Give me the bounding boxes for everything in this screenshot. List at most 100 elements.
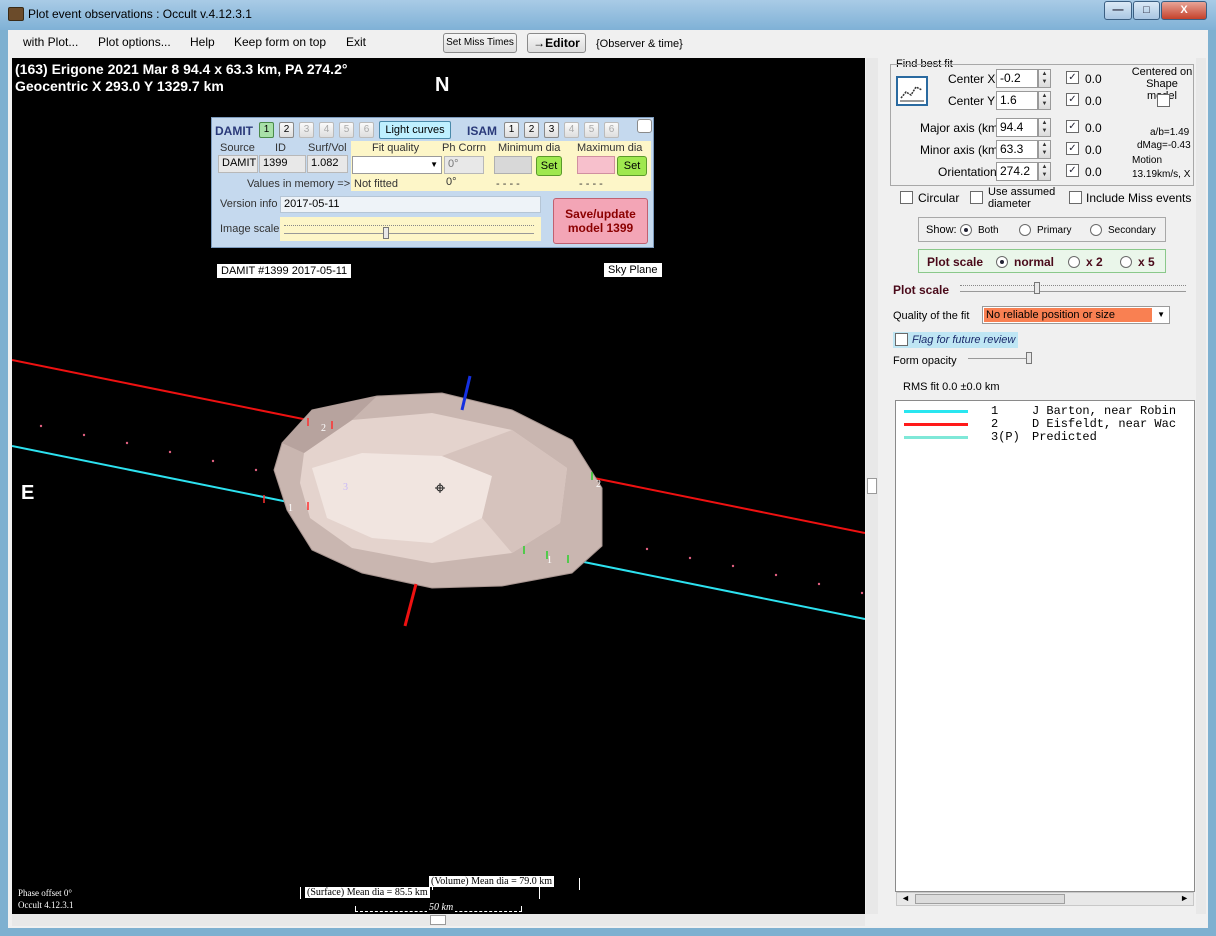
major-axis-spinner[interactable]: ▲ ▼ — [1038, 118, 1051, 137]
major-axis-input[interactable]: 94.4 — [996, 118, 1038, 137]
scale-x2-radio[interactable] — [1068, 256, 1080, 268]
use-assumed-checkbox[interactable] — [970, 191, 983, 204]
scale-normal-radio[interactable] — [996, 256, 1008, 268]
plot-scale-slider[interactable] — [958, 280, 1190, 300]
observer-legend-list[interactable]: 1 J Barton, near Robin 2 D Eisfeldt, nea… — [895, 400, 1195, 892]
values-in-memory-label: Values in memory => — [247, 178, 351, 190]
version-info-field[interactable]: 2017-05-11 — [280, 196, 541, 213]
use-assumed-label: Use assumed diameter — [988, 186, 1056, 210]
minimize-button[interactable]: — — [1104, 1, 1132, 20]
show-primary-radio[interactable] — [1019, 224, 1031, 236]
legend-num: 1 — [991, 404, 999, 418]
major-residual: 0.0 — [1085, 121, 1102, 135]
damit-model-1-button[interactable]: 1 — [259, 122, 274, 138]
isam-model-3-button[interactable]: 3 — [544, 122, 559, 138]
min-dia-header: Minimum dia — [498, 142, 561, 154]
legend-name: D Eisfeldt, near Wac — [1032, 417, 1177, 431]
show-secondary-radio[interactable] — [1090, 224, 1102, 236]
flag-review-checkbox[interactable] — [895, 333, 908, 346]
minor-axis-input[interactable]: 63.3 — [996, 140, 1038, 159]
scroll-right-icon[interactable]: ► — [1180, 893, 1189, 903]
light-curves-button[interactable]: Light curves — [379, 121, 451, 139]
menu-exit[interactable]: Exit — [346, 35, 366, 49]
image-scale-thumb[interactable] — [383, 227, 389, 239]
legend-name: J Barton, near Robin — [1032, 404, 1177, 418]
plot-header-line1: (163) Erigone 2021 Mar 8 94.4 x 63.3 km,… — [15, 61, 348, 77]
maximize-button[interactable]: □ — [1133, 1, 1160, 20]
menu-keep-form-on-top[interactable]: Keep form on top — [234, 35, 326, 49]
set-miss-times-button[interactable]: Set Miss Times — [443, 33, 517, 53]
set-min-dia-button[interactable]: Set — [536, 156, 562, 176]
scroll-thumb[interactable] — [915, 894, 1065, 904]
right-panel-scrollbar[interactable] — [1196, 58, 1206, 914]
fit-quality-select[interactable]: ▼ — [352, 156, 442, 174]
set-max-dia-button[interactable]: Set — [617, 156, 647, 176]
legend-swatch — [904, 423, 968, 426]
show-both-radio[interactable] — [960, 224, 972, 236]
menu-with-plot[interactable]: with Plot... — [23, 35, 78, 49]
scroll-thumb[interactable] — [867, 478, 877, 494]
legend-swatch — [904, 410, 968, 413]
plot-scale-thumb[interactable] — [1034, 282, 1040, 294]
panel-collapse-toggle[interactable] — [637, 119, 652, 133]
quality-label: Quality of the fit — [893, 310, 970, 322]
min-dia-field[interactable] — [494, 156, 532, 174]
legend-num: 2 — [991, 417, 999, 431]
center-y-label: Center Y — [948, 94, 996, 108]
fit-minor-checkbox[interactable]: ✓ — [1066, 142, 1079, 155]
menu-help[interactable]: Help — [190, 35, 215, 49]
orientation-input[interactable]: 274.2 — [996, 162, 1038, 181]
scroll-thumb[interactable] — [430, 915, 446, 925]
damit-model-2-button[interactable]: 2 — [279, 122, 294, 138]
orientation-spinner[interactable]: ▲ ▼ — [1038, 162, 1051, 181]
damit-tag: DAMIT #1399 2017-05-11 — [216, 263, 353, 279]
fit-center-y-checkbox[interactable]: ✓ — [1066, 93, 1079, 106]
center-y-input[interactable]: 1.6 — [996, 91, 1038, 110]
fit-chart-icon — [900, 86, 924, 102]
source-header: Source — [220, 142, 255, 154]
isam-model-6-button[interactable]: 6 — [604, 122, 619, 138]
fit-orientation-checkbox[interactable]: ✓ — [1066, 164, 1079, 177]
fit-major-checkbox[interactable]: ✓ — [1066, 120, 1079, 133]
quality-select[interactable]: No reliable position or size ▼ — [982, 306, 1170, 324]
menu-plot-options[interactable]: Plot options... — [98, 35, 171, 49]
isam-model-4-button[interactable]: 4 — [564, 122, 579, 138]
minor-axis-spinner[interactable]: ▲ ▼ — [1038, 140, 1051, 159]
plot-scale-title: Plot scale — [927, 255, 984, 269]
scale-x5-radio[interactable] — [1120, 256, 1132, 268]
circular-checkbox[interactable] — [900, 191, 913, 204]
isam-model-5-button[interactable]: 5 — [584, 122, 599, 138]
damit-model-6-button[interactable]: 6 — [359, 122, 374, 138]
version-info-label: Version info — [220, 198, 278, 210]
surfvol-value: 1.082 — [307, 155, 348, 173]
plot-vertical-scrollbar[interactable] — [866, 58, 878, 914]
damit-model-4-button[interactable]: 4 — [319, 122, 334, 138]
center-y-spinner[interactable]: ▲ ▼ — [1038, 91, 1051, 110]
isam-model-1-button[interactable]: 1 — [504, 122, 519, 138]
include-miss-label: Include Miss events — [1086, 191, 1192, 205]
centered-on-shape-checkbox[interactable] — [1157, 94, 1170, 107]
damit-model-3-button[interactable]: 3 — [299, 122, 314, 138]
damit-model-5-button[interactable]: 5 — [339, 122, 354, 138]
scroll-left-icon[interactable]: ◄ — [901, 893, 910, 903]
save-update-model-button[interactable]: Save/update model 1399 — [553, 198, 648, 244]
legend-horizontal-scrollbar[interactable]: ◄ ► — [896, 892, 1194, 906]
isam-model-2-button[interactable]: 2 — [524, 122, 539, 138]
fit-center-x-checkbox[interactable]: ✓ — [1066, 71, 1079, 84]
chevron-down-icon: ▼ — [1157, 310, 1165, 319]
center-y-residual: 0.0 — [1085, 94, 1102, 108]
plot-header-line2: Geocentric X 293.0 Y 1329.7 km — [15, 78, 224, 94]
plot-scale-slider-label: Plot scale — [893, 283, 950, 297]
editor-button[interactable]: →Editor — [527, 33, 586, 53]
max-dia-field[interactable] — [577, 156, 615, 174]
include-miss-checkbox[interactable] — [1069, 191, 1082, 204]
image-scale-slider[interactable] — [280, 217, 541, 241]
chord-label: 2 — [321, 423, 326, 434]
close-button[interactable]: X — [1161, 1, 1207, 20]
find-best-fit-button[interactable] — [896, 76, 928, 106]
center-x-input[interactable]: -0.2 — [996, 69, 1038, 88]
plot-horizontal-scrollbar[interactable] — [12, 914, 865, 926]
form-opacity-thumb[interactable] — [1026, 352, 1032, 364]
center-x-spinner[interactable]: ▲ ▼ — [1038, 69, 1051, 88]
form-opacity-slider[interactable] — [966, 350, 1036, 368]
